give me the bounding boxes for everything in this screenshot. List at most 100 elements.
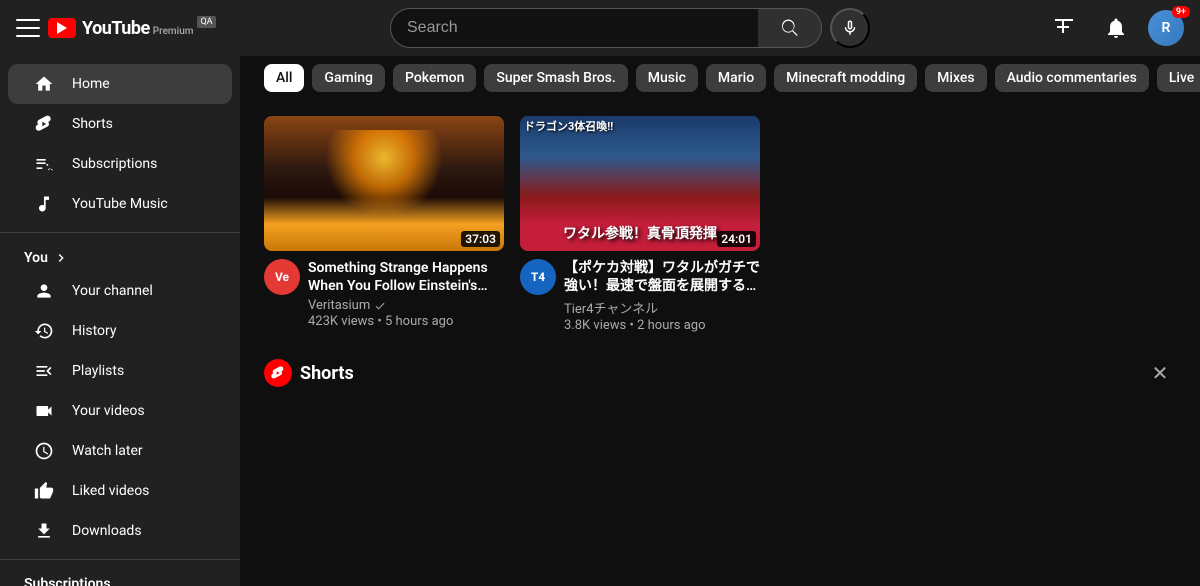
video-info-1: Ve Something Strange Happens When You Fo… (264, 259, 504, 329)
shorts-nav-icon (32, 112, 56, 136)
playlists-icon (32, 359, 56, 383)
shorts-section-title: Shorts (300, 363, 354, 384)
filter-chip-minecraft[interactable]: Minecraft modding (774, 64, 917, 92)
video-duration-2: 24:01 (717, 231, 756, 247)
search-button[interactable] (758, 8, 822, 48)
notifications-button[interactable] (1096, 8, 1136, 48)
shorts-section-icon (264, 359, 292, 387)
sidebar-item-youtube-music[interactable]: YouTube Music (8, 184, 232, 224)
filter-chip-mixes[interactable]: Mixes (925, 64, 986, 92)
topbar-left: YouTube Premium QA (16, 16, 216, 40)
channel-avatar-2[interactable]: T4 (520, 259, 556, 295)
video-card-2[interactable]: ドラゴン3体召喚!! ワタル参戦！真骨頂発揮 24:01 T4 【ポケカ対戦】ワ… (520, 116, 760, 333)
channel-name-1[interactable]: Veritasium (308, 298, 504, 313)
bell-icon (1104, 16, 1128, 40)
logo-text: YouTube (82, 18, 150, 39)
video-details-2: 【ポケカ対戦】ワタルがガチで強い！最速で盤面を展開するシンプルなドラバル… Ti… (564, 259, 760, 333)
channel-avatar-1[interactable]: Ve (264, 259, 300, 295)
logo-area[interactable]: YouTube Premium QA (48, 18, 216, 39)
your-videos-label: Your videos (72, 403, 145, 419)
filter-bar: All Gaming Pokemon Super Smash Bros. Mus… (240, 56, 1200, 100)
video-info-2: T4 【ポケカ対戦】ワタルがガチで強い！最速で盤面を展開するシンプルなドラバル…… (520, 259, 760, 333)
upload-icon (1052, 16, 1076, 40)
channel-name-2[interactable]: Tier4チャンネル (564, 298, 760, 317)
playlists-label: Playlists (72, 363, 124, 379)
watch-later-icon (32, 439, 56, 463)
search-icon (780, 18, 800, 38)
sidebar-item-home[interactable]: Home (8, 64, 232, 104)
person-icon (32, 279, 56, 303)
sidebar-item-shorts[interactable]: Shorts (8, 104, 232, 144)
thumb-text-jp-1: ドラゴン3体召喚!! (524, 120, 613, 134)
video-title-1: Something Strange Happens When You Follo… (308, 259, 504, 295)
sidebar-music-label: YouTube Music (72, 196, 168, 212)
sidebar-item-liked-videos[interactable]: Liked videos (8, 471, 232, 511)
search-input-wrap (390, 8, 758, 48)
filter-chip-smash[interactable]: Super Smash Bros. (484, 64, 627, 92)
premium-label: Premium (153, 26, 194, 37)
sidebar-item-your-videos[interactable]: Your videos (8, 391, 232, 431)
menu-button[interactable] (16, 16, 40, 40)
downloads-icon (32, 519, 56, 543)
sidebar-item-subscriptions[interactable]: Subscriptions (8, 144, 232, 184)
topbar: YouTube Premium QA (0, 0, 1200, 56)
music-icon (32, 192, 56, 216)
home-icon (32, 72, 56, 96)
sidebar-item-history[interactable]: History (8, 311, 232, 351)
content-area: All Gaming Pokemon Super Smash Bros. Mus… (240, 56, 1200, 586)
sidebar-item-playlists[interactable]: Playlists (8, 351, 232, 391)
sidebar-item-watch-later[interactable]: Watch later (8, 431, 232, 471)
filter-chip-all[interactable]: All (264, 64, 304, 92)
video-grid: 37:03 Ve Something Strange Happens When … (240, 100, 1200, 349)
sidebar: Home Shorts Subscriptions YouTube Music … (0, 56, 240, 586)
filter-chip-pokemon[interactable]: Pokemon (393, 64, 476, 92)
youtube-logo: YouTube Premium QA (48, 18, 216, 39)
filter-chip-music[interactable]: Music (636, 64, 698, 92)
upload-button[interactable] (1044, 8, 1084, 48)
filter-chip-audio[interactable]: Audio commentaries (995, 64, 1149, 92)
yt-play-icon (48, 18, 76, 38)
subscriptions-icon (32, 152, 56, 176)
notification-badge: 9+ (1172, 6, 1190, 18)
shorts-section: Shorts ✕ (240, 349, 1200, 417)
subscriptions-section-title: Subscriptions (24, 576, 216, 586)
watch-later-label: Watch later (72, 443, 143, 459)
filter-chip-mario[interactable]: Mario (706, 64, 766, 92)
video-meta-1: 423K views • 5 hours ago (308, 314, 504, 329)
you-section: You (0, 241, 240, 271)
search-area (232, 8, 1028, 48)
qa-badge: QA (197, 16, 215, 28)
verified-icon-1 (373, 299, 387, 313)
chevron-right-icon (52, 249, 70, 267)
video-card-1[interactable]: 37:03 Ve Something Strange Happens When … (264, 116, 504, 333)
video-thumb-1: 37:03 (264, 116, 504, 251)
search-bar (390, 8, 870, 48)
video-duration-1: 37:03 (461, 231, 500, 247)
sidebar-divider-2 (0, 559, 240, 560)
video-details-1: Something Strange Happens When You Follo… (308, 259, 504, 329)
video-thumb-2: ドラゴン3体召喚!! ワタル参戦！真骨頂発揮 24:01 (520, 116, 760, 251)
your-videos-icon (32, 399, 56, 423)
subscriptions-section: Subscriptions (0, 568, 240, 586)
sidebar-home-label: Home (72, 76, 110, 92)
your-channel-label: Your channel (72, 283, 153, 299)
filter-chip-live[interactable]: Live (1157, 64, 1200, 92)
search-input[interactable] (407, 19, 742, 37)
shorts-close-button[interactable]: ✕ (1144, 357, 1176, 389)
downloads-label: Downloads (72, 523, 142, 539)
you-label: You (24, 250, 48, 266)
sidebar-subscriptions-label: Subscriptions (72, 156, 157, 172)
video-meta-2: 3.8K views • 2 hours ago (564, 318, 760, 333)
history-label: History (72, 323, 117, 339)
mic-button[interactable] (830, 8, 870, 48)
sidebar-item-your-channel[interactable]: Your channel (8, 271, 232, 311)
sidebar-item-downloads[interactable]: Downloads (8, 511, 232, 551)
shorts-header: Shorts ✕ (264, 357, 1176, 389)
avatar-wrap[interactable]: R 9+ (1148, 10, 1184, 46)
you-section-title[interactable]: You (24, 249, 216, 267)
video-title-2: 【ポケカ対戦】ワタルがガチで強い！最速で盤面を展開するシンプルなドラバル… (564, 259, 760, 295)
liked-videos-icon (32, 479, 56, 503)
history-icon (32, 319, 56, 343)
filter-chip-gaming[interactable]: Gaming (312, 64, 385, 92)
sidebar-shorts-label: Shorts (72, 116, 113, 132)
